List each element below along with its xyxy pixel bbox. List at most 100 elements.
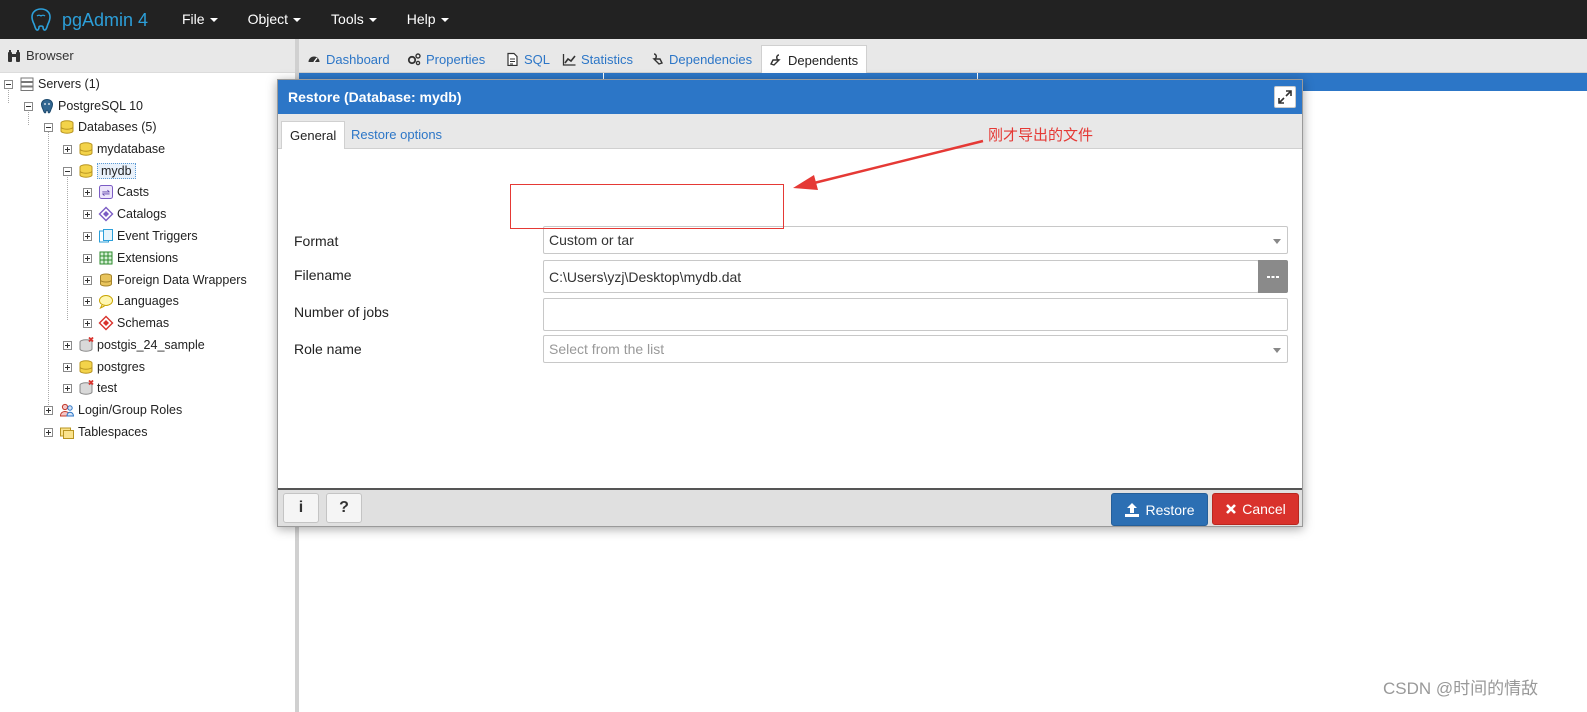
expand-toggle-icon[interactable] [83,253,92,263]
cancel-button[interactable]: Cancel [1212,493,1299,525]
filename-label: Filename [294,267,352,283]
annotation-text: 刚才导出的文件 [988,127,1094,144]
tab-properties[interactable]: Properties [407,45,485,73]
database-icon [79,142,93,156]
browser-title: Browser [26,48,74,63]
dependencies-icon [652,53,663,65]
collapse-toggle-icon[interactable] [24,101,33,111]
top-navbar: pgAdmin 4 File Object Tools Help [0,0,1587,39]
tab-restore-options[interactable]: Restore options [351,121,442,149]
expand-toggle-icon[interactable] [63,144,72,154]
tree-node[interactable]: PostgreSQL 10 [24,96,143,116]
dialog-tabs: General Restore options [278,114,1302,150]
jobs-input[interactable] [543,298,1288,331]
upload-icon [1125,502,1140,517]
tree-node[interactable]: mydatabase [63,139,165,159]
tree-node[interactable]: Languages [83,291,179,311]
statistics-icon [562,54,576,66]
expand-toggle-icon[interactable] [63,340,72,350]
properties-icon [407,53,421,66]
expand-toggle-icon[interactable] [83,187,92,197]
extension-icon [99,251,113,265]
tablespace-icon [60,427,74,439]
expand-toggle-icon[interactable] [44,405,53,415]
menu-help[interactable]: Help [407,0,449,39]
expand-toggle-icon[interactable] [83,231,92,241]
tree-node-label: Catalogs [117,207,167,221]
cancel-button-label: Cancel [1242,501,1286,517]
tree-node[interactable]: test [63,378,117,398]
format-select-value: Custom or tar [549,232,634,248]
menu-object[interactable]: Object [247,0,302,39]
tab-general[interactable]: General [281,121,346,150]
info-button[interactable]: i [283,493,319,523]
tree-node[interactable]: Servers (1) [4,74,100,94]
tree-node[interactable]: postgis_24_sample [63,335,205,355]
tab-dashboard[interactable]: Dashboard [307,45,390,73]
role-label: Role name [294,341,362,357]
browse-file-button[interactable] [1258,260,1288,293]
tree-node[interactable]: Databases (5) [44,117,157,137]
expand-toggle-icon[interactable] [83,318,92,328]
collapse-toggle-icon[interactable] [4,79,13,89]
tree-node[interactable]: Foreign Data Wrappers [83,270,247,290]
expand-toggle-icon[interactable] [83,275,92,285]
tree-node[interactable]: mydb [63,161,136,181]
help-icon: ? [339,499,349,516]
collapse-toggle-icon[interactable] [44,122,53,132]
elephant-icon [40,98,54,114]
chevron-down-icon [368,18,377,23]
tree-node[interactable]: Extensions [83,248,178,268]
restore-button[interactable]: Restore [1111,493,1208,526]
filename-input[interactable] [543,260,1259,293]
format-select[interactable]: Custom or tar [543,226,1288,254]
event-trigger-icon [99,229,113,243]
fdw-icon [100,273,112,287]
tree-node[interactable]: ⇌ Casts [83,182,149,202]
tree-node[interactable]: postgres [63,357,145,377]
tree-node-label: Languages [117,294,179,308]
collapse-toggle-icon[interactable] [63,166,72,176]
tree-node[interactable]: Schemas [83,313,169,333]
dialog-header[interactable]: Restore (Database: mydb) [278,80,1302,114]
menu-object-label: Object [247,11,289,27]
expand-toggle-icon[interactable] [63,362,72,372]
tree-node-label: Extensions [117,251,179,265]
menu-tools[interactable]: Tools [331,0,377,39]
close-icon [1226,504,1237,514]
menu-file-label: File [182,11,205,27]
expand-toggle-icon[interactable] [83,209,92,219]
tab-dependents[interactable]: Dependents [761,45,868,74]
tab-label: SQL [524,51,551,67]
roles-icon [59,403,75,417]
tree-node[interactable]: Tablespaces [44,422,148,442]
tab-label: Properties [426,51,486,67]
expand-toggle-icon[interactable] [63,383,72,393]
maximize-button[interactable] [1274,86,1296,108]
tree-node[interactable]: Catalogs [83,204,166,224]
tab-statistics[interactable]: Statistics [562,45,633,73]
tree-connector-line [67,170,68,320]
database-disconnected-icon [79,380,94,395]
brand[interactable]: pgAdmin 4 [28,7,148,33]
help-button[interactable]: ? [326,493,362,523]
tree-node[interactable]: Event Triggers [83,226,198,246]
expand-toggle-icon[interactable] [44,427,53,437]
tree-node-label: Event Triggers [117,229,198,243]
tree-node[interactable]: Login/Group Roles [44,400,182,420]
tree-node-label: postgres [97,360,145,374]
dialog-form: Format Custom or tar Filename Number of … [278,149,1302,488]
tab-dependencies[interactable]: Dependencies [650,45,752,73]
menu-file[interactable]: File [182,0,218,39]
tree-node-label: Databases (5) [78,120,157,134]
menu-help-label: Help [406,11,436,27]
expand-toggle-icon[interactable] [83,296,92,306]
role-select[interactable]: Select from the list [543,335,1288,363]
tab-sql[interactable]: SQL [505,45,550,73]
chevron-down-icon [1273,348,1281,353]
casts-icon: ⇌ [99,185,113,199]
database-icon [60,120,74,134]
watermark: CSDN @时间的情敌 [1383,679,1539,698]
sql-icon [507,52,518,66]
dialog-footer: i ? Restore Cancel [278,488,1302,526]
